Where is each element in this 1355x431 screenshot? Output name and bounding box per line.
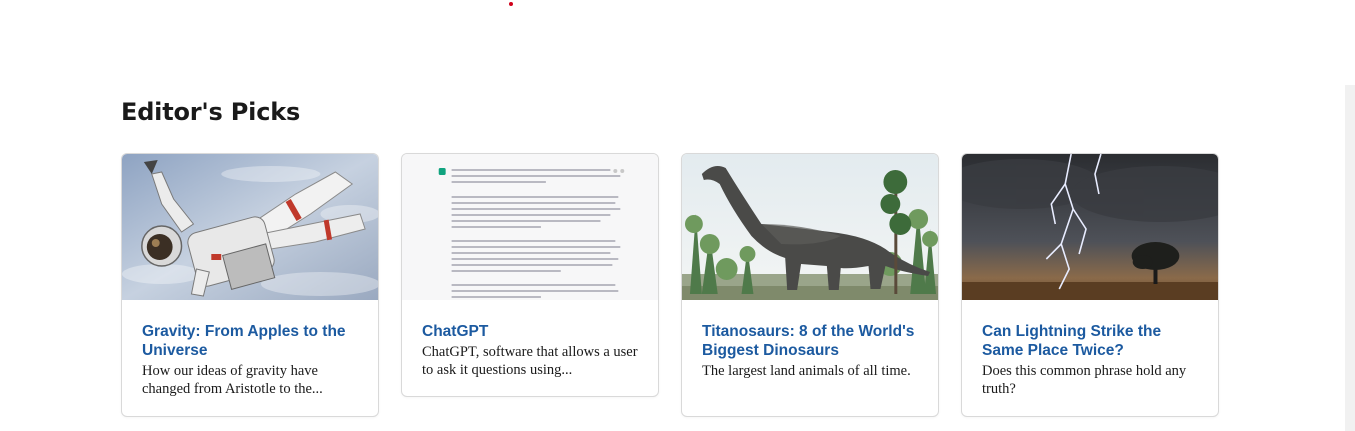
scrollbar-track[interactable] [1345, 85, 1355, 431]
page: Editor's Picks Gravity: From Apples to t… [0, 0, 1355, 431]
card-description: Does this common phrase hold any truth? [982, 363, 1187, 397]
card-description: ChatGPT, software that allows a user to … [422, 344, 638, 378]
card-title[interactable]: ChatGPT [422, 322, 638, 341]
chatgpt-screenshot-image[interactable] [402, 154, 658, 300]
card-title[interactable]: Can Lightning Strike the Same Place Twic… [982, 322, 1198, 360]
lightning-image[interactable] [962, 154, 1218, 300]
article-card-gravity[interactable]: Gravity: From Apples to the Universe How… [121, 153, 379, 417]
article-card-chatgpt[interactable]: ChatGPT ChatGPT, software that allows a … [401, 153, 659, 397]
article-card-lightning[interactable]: Can Lightning Strike the Same Place Twic… [961, 153, 1219, 417]
card-description: The largest land animals of all time. [702, 363, 911, 379]
article-card-titanosaurs[interactable]: Titanosaurs: 8 of the World's Biggest Di… [681, 153, 939, 417]
red-dot-marker [509, 2, 513, 6]
astronaut-image[interactable] [122, 154, 378, 300]
section-title: Editor's Picks [121, 98, 301, 126]
card-title[interactable]: Gravity: From Apples to the Universe [142, 322, 358, 360]
card-title[interactable]: Titanosaurs: 8 of the World's Biggest Di… [702, 322, 918, 360]
card-description: How our ideas of gravity have changed fr… [142, 363, 323, 397]
titanosaur-image[interactable] [682, 154, 938, 300]
